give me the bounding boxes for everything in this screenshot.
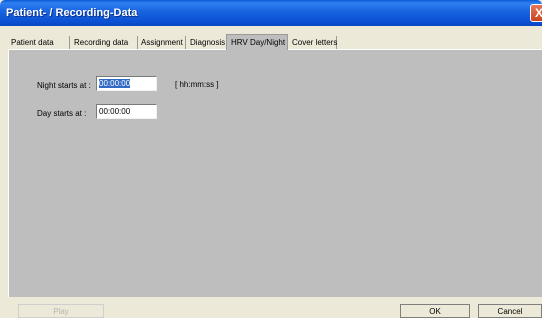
day-starts-input[interactable]: 00:00:00: [96, 104, 157, 119]
tab-diagnosis[interactable]: Diagnosis: [186, 36, 227, 49]
tab-label: Recording data: [74, 38, 129, 47]
tab-hrv-day-night[interactable]: HRV Day/Night: [226, 34, 288, 50]
window-title: Patient- / Recording-Data: [6, 7, 138, 19]
day-starts-value: 00:00:00: [99, 107, 131, 116]
tab-label: Diagnosis: [190, 38, 226, 47]
tab-strip: Patient data Recording data Assignment D…: [8, 34, 542, 50]
tab-label: Cover letters: [292, 38, 338, 47]
ok-button[interactable]: OK: [400, 304, 470, 318]
day-starts-label: Day starts at :: [37, 109, 87, 118]
cancel-button[interactable]: Cancel: [478, 304, 542, 318]
night-starts-input[interactable]: 00:00:00: [96, 76, 157, 91]
tab-label: Patient data: [11, 38, 54, 47]
time-format-hint: [ hh:mm:ss ]: [175, 80, 219, 89]
close-icon[interactable]: X: [530, 4, 542, 22]
night-starts-label: Night starts at :: [37, 81, 91, 90]
tab-assignment[interactable]: Assignment: [138, 36, 186, 49]
tab-label: HRV Day/Night: [231, 38, 286, 47]
tab-patient-data[interactable]: Patient data: [8, 36, 70, 49]
title-bar[interactable]: Patient- / Recording-Data X: [0, 0, 542, 26]
tab-recording-data[interactable]: Recording data: [70, 36, 138, 49]
tab-label: Assignment: [141, 38, 183, 47]
tab-cover-letters[interactable]: Cover letters: [289, 36, 337, 49]
night-starts-value: 00:00:00: [99, 79, 131, 88]
play-button[interactable]: Play: [18, 304, 104, 318]
